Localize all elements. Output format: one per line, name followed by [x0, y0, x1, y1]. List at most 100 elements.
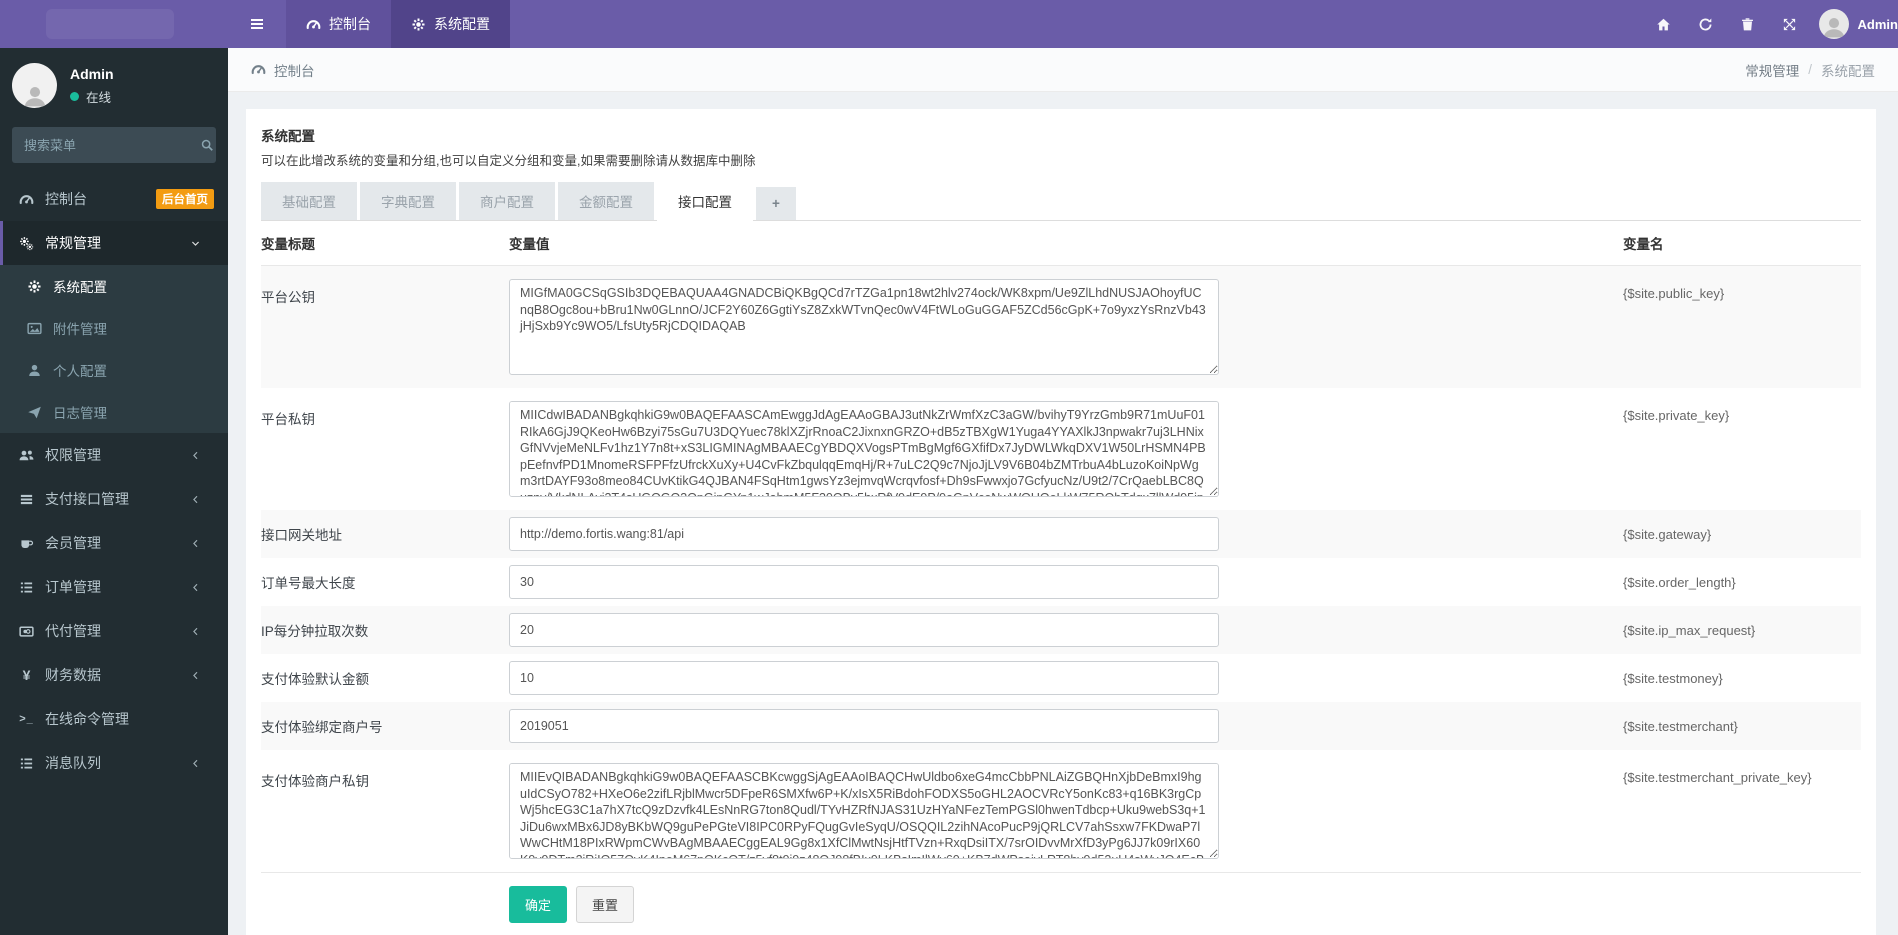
table-row: 平台公钥{$site.public_key} — [261, 266, 1861, 388]
sidebar-toggle-button[interactable] — [228, 0, 286, 48]
main-content: 控制台 常规管理 / 系统配置 系统配置 可以在此增改系统的变量和分组,也可以自… — [228, 48, 1898, 935]
list-icon — [18, 756, 35, 771]
refresh-icon[interactable] — [1685, 0, 1727, 48]
config-input[interactable] — [509, 565, 1219, 599]
row-varname: {$site.testmerchant_private_key} — [1623, 763, 1861, 785]
sidebar-item-控制台[interactable]: 控制台后台首页 — [0, 177, 228, 221]
navbar-tabs: 控制台系统配置 — [286, 0, 510, 48]
navbar-user-name: Admin — [1858, 17, 1898, 32]
tab-商户配置[interactable]: 商户配置 — [459, 182, 555, 220]
home-icon[interactable] — [1643, 0, 1685, 48]
chevron-left-icon — [187, 582, 204, 593]
yen-icon: ¥ — [18, 667, 35, 683]
row-label: 接口网关地址 — [261, 524, 509, 544]
tab-字典配置[interactable]: 字典配置 — [360, 182, 456, 220]
sidebar-item-权限管理[interactable]: 权限管理 — [0, 433, 228, 477]
navbar-tab-系统配置[interactable]: 系统配置 — [391, 0, 510, 48]
table-header: 变量标题 变量值 变量名 — [261, 221, 1861, 266]
row-value — [509, 517, 1623, 551]
header-var-name: 变量名 — [1623, 233, 1861, 253]
chevron-left-icon — [187, 494, 204, 505]
sidebar-user-panel: Admin 在线 — [0, 48, 228, 121]
sidebar-submenu: 系统配置附件管理个人配置日志管理 — [0, 265, 228, 433]
config-textarea[interactable] — [509, 279, 1219, 375]
sidebar-item-个人配置[interactable]: 个人配置 — [0, 349, 228, 391]
page-title: 系统配置 — [261, 125, 1861, 145]
header-var-title: 变量标题 — [261, 233, 509, 253]
row-varname: {$site.testmoney} — [1623, 671, 1861, 686]
trash-icon[interactable] — [1727, 0, 1769, 48]
row-varname: {$site.public_key} — [1623, 279, 1861, 301]
sidebar-item-会员管理[interactable]: 会员管理 — [0, 521, 228, 565]
search-icon — [200, 138, 214, 152]
gear-icon — [411, 17, 426, 32]
form-footer: 确定 重置 — [261, 872, 1861, 935]
navbar-user-menu[interactable]: Admin — [1819, 9, 1898, 39]
terminal-icon: >_ — [18, 713, 35, 725]
breadcrumb: 常规管理 / 系统配置 — [1745, 60, 1875, 80]
config-input[interactable] — [509, 517, 1219, 551]
row-value — [509, 565, 1623, 599]
sidebar-search — [12, 127, 216, 163]
logo-area — [0, 0, 228, 48]
config-panel: 系统配置 可以在此增改系统的变量和分组,也可以自定义分组和变量,如果需要删除请从… — [246, 109, 1876, 935]
page-subtitle: 可以在此增改系统的变量和分组,也可以自定义分组和变量,如果需要删除请从数据库中删… — [261, 150, 1861, 169]
reset-button[interactable]: 重置 — [576, 886, 634, 923]
top-navbar: 控制台系统配置 Admin — [0, 0, 1898, 48]
breadcrumb-bar: 控制台 常规管理 / 系统配置 — [228, 48, 1898, 92]
row-varname: {$site.ip_max_request} — [1623, 623, 1861, 638]
config-input[interactable] — [509, 613, 1219, 647]
sidebar-item-常规管理[interactable]: 常规管理 — [0, 221, 228, 265]
sidebar-menu: 控制台后台首页常规管理系统配置附件管理个人配置日志管理权限管理支付接口管理会员管… — [0, 177, 228, 785]
config-input[interactable] — [509, 661, 1219, 695]
image-icon — [26, 321, 43, 336]
dashboard-icon — [251, 62, 266, 77]
add-tab-button[interactable]: + — [756, 187, 796, 220]
sidebar-item-支付接口管理[interactable]: 支付接口管理 — [0, 477, 228, 521]
breadcrumb-parent: 常规管理 — [1745, 60, 1799, 80]
sidebar-item-代付管理[interactable]: 代付管理 — [0, 609, 228, 653]
sidebar-item-日志管理[interactable]: 日志管理 — [0, 391, 228, 433]
sidebar: Admin 在线 控制台后台首页常规管理系统配置附件管理个人配置日志管理权限管理… — [0, 48, 228, 935]
gear-icon — [26, 279, 43, 294]
avatar — [1819, 9, 1849, 39]
config-input[interactable] — [509, 709, 1219, 743]
config-textarea[interactable] — [509, 763, 1219, 859]
sidebar-item-在线命令管理[interactable]: >_在线命令管理 — [0, 697, 228, 741]
tab-基础配置[interactable]: 基础配置 — [261, 182, 357, 220]
row-value — [509, 709, 1623, 743]
submit-button[interactable]: 确定 — [509, 886, 567, 923]
table-row: 支付体验绑定商户号{$site.testmerchant} — [261, 702, 1861, 750]
list-icon — [18, 580, 35, 595]
tab-接口配置[interactable]: 接口配置 — [657, 182, 753, 221]
sidebar-item-订单管理[interactable]: 订单管理 — [0, 565, 228, 609]
row-value — [509, 401, 1623, 500]
gauge-icon — [18, 192, 35, 207]
expand-icon[interactable] — [1769, 0, 1811, 48]
search-input[interactable] — [24, 138, 200, 153]
row-value — [509, 279, 1623, 378]
sidebar-item-系统配置[interactable]: 系统配置 — [0, 265, 228, 307]
user-status: 在线 — [70, 87, 114, 106]
navbar-tab-控制台[interactable]: 控制台 — [286, 0, 391, 48]
row-value — [509, 661, 1623, 695]
avatar — [12, 63, 57, 108]
users-icon — [18, 448, 35, 463]
tab-金额配置[interactable]: 金额配置 — [558, 182, 654, 220]
status-badge: 后台首页 — [156, 189, 214, 209]
config-textarea[interactable] — [509, 401, 1219, 497]
breadcrumb-current: 系统配置 — [1821, 60, 1875, 80]
row-label: 支付体验商户私钥 — [261, 763, 509, 790]
chevron-left-icon — [187, 538, 204, 549]
chevron-down-icon — [187, 238, 204, 249]
header-var-value: 变量值 — [509, 233, 1623, 253]
table-row: 支付体验默认金额{$site.testmoney} — [261, 654, 1861, 702]
cup-icon — [18, 536, 35, 551]
sidebar-item-附件管理[interactable]: 附件管理 — [0, 307, 228, 349]
row-label: 支付体验绑定商户号 — [261, 716, 509, 736]
sidebar-item-财务数据[interactable]: ¥财务数据 — [0, 653, 228, 697]
breadcrumb-separator: / — [1808, 62, 1812, 77]
breadcrumb-console-link[interactable]: 控制台 — [274, 60, 315, 80]
navbar-right: Admin — [1643, 0, 1898, 48]
sidebar-item-消息队列[interactable]: 消息队列 — [0, 741, 228, 785]
